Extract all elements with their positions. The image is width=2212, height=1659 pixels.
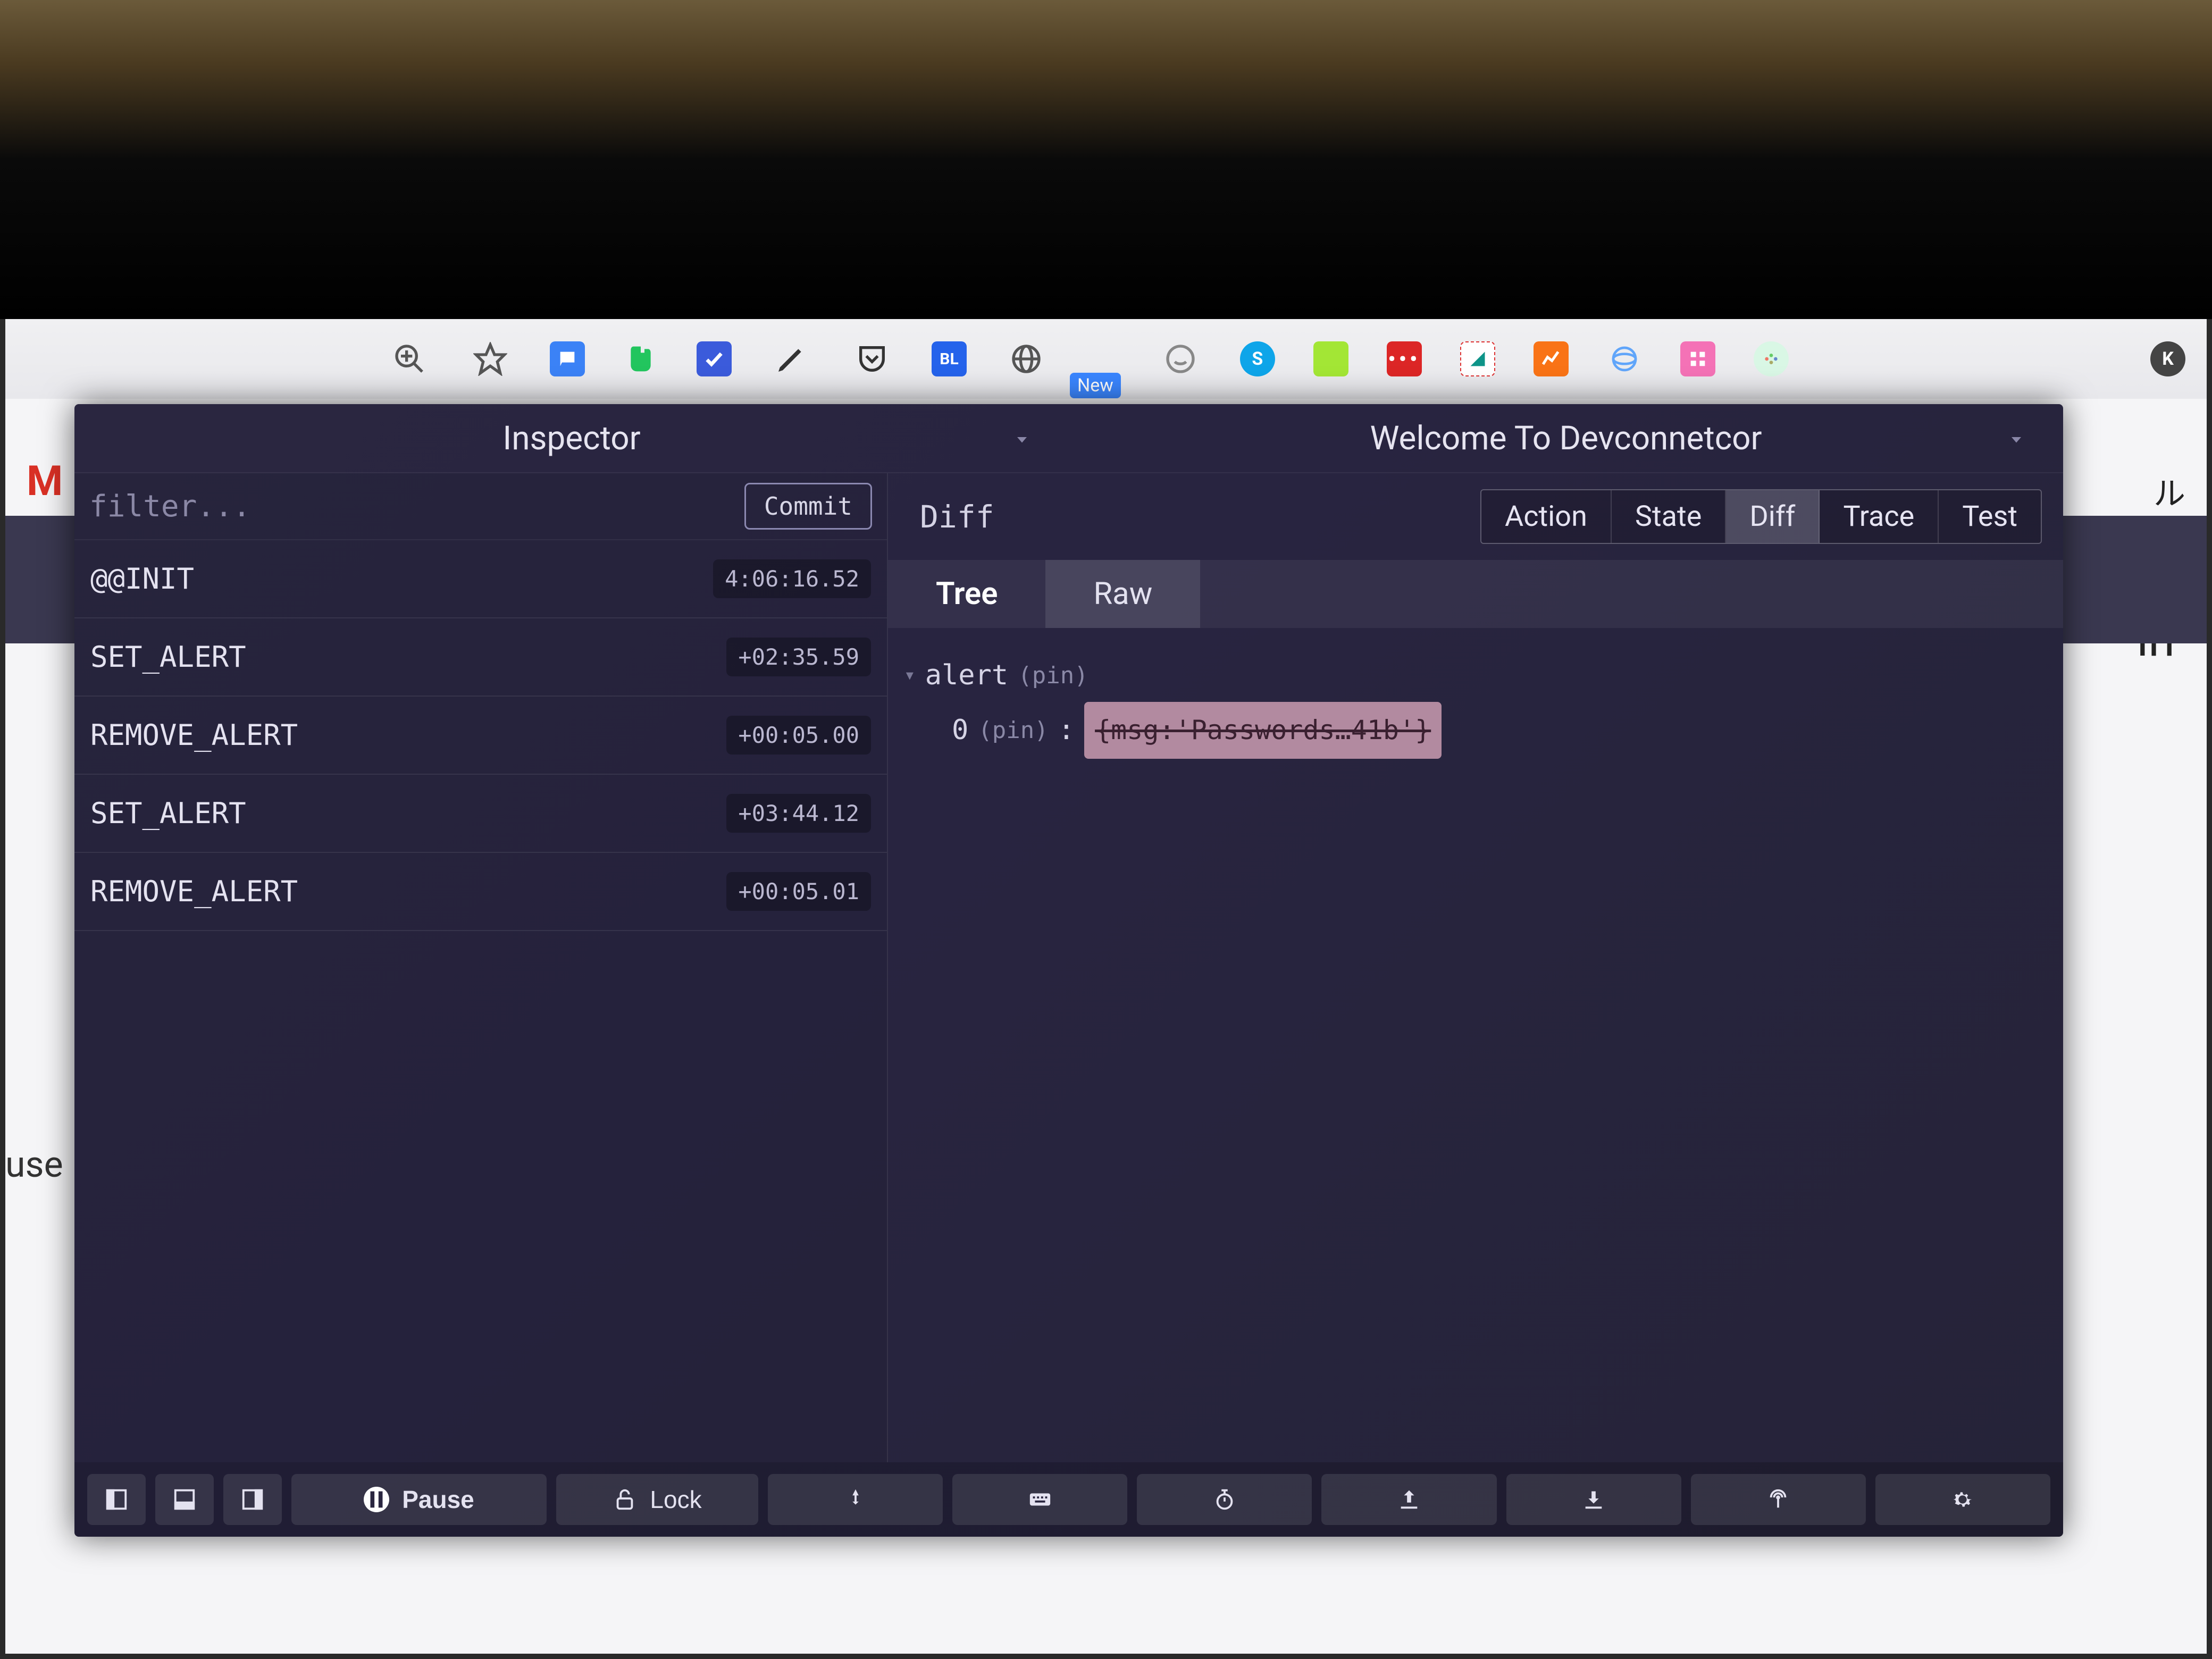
redux-devtools-panel: Inspector Welcome To Devconnetcor Commit… bbox=[74, 404, 2063, 1537]
star-icon[interactable] bbox=[469, 338, 512, 380]
detail-header: Diff Action State Diff Trace Test bbox=[888, 473, 2063, 560]
action-row[interactable]: @@INIT 4:06:16.52 bbox=[74, 540, 887, 618]
detail-panel: Diff Action State Diff Trace Test Tree R… bbox=[888, 473, 2063, 1462]
pause-icon bbox=[364, 1487, 389, 1512]
pin-label: (pin) bbox=[978, 708, 1048, 753]
evernote-icon[interactable] bbox=[623, 341, 658, 376]
broadcast-icon bbox=[1766, 1487, 1790, 1512]
extension-icon[interactable] bbox=[550, 341, 585, 376]
action-list: @@INIT 4:06:16.52 SET_ALERT +02:35.59 RE… bbox=[74, 540, 887, 1462]
action-row[interactable]: REMOVE_ALERT +00:05.01 bbox=[74, 853, 887, 931]
caret-down-icon: ▾ bbox=[904, 657, 916, 693]
action-time: +00:05.00 bbox=[726, 716, 871, 755]
slider-button[interactable] bbox=[1137, 1474, 1312, 1525]
stopwatch-icon bbox=[1212, 1487, 1237, 1512]
subtab-tree[interactable]: Tree bbox=[888, 560, 1045, 628]
profile-avatar[interactable]: K bbox=[2150, 341, 2185, 376]
browser-toolbar: BL New S ••• K bbox=[5, 319, 2207, 399]
lock-icon bbox=[613, 1487, 637, 1512]
pin-button[interactable] bbox=[768, 1474, 943, 1525]
tree-key: alert bbox=[925, 649, 1009, 702]
extension-sphere-icon[interactable] bbox=[1607, 341, 1642, 376]
deleted-value: {msg:'Passwords…41b'} bbox=[1084, 702, 1442, 759]
download-button[interactable] bbox=[1506, 1474, 1681, 1525]
tree-node-child[interactable]: 0 (pin) : {msg:'Passwords…41b'} bbox=[904, 702, 2047, 759]
gear-icon bbox=[1950, 1487, 1975, 1512]
zoom-icon[interactable] bbox=[388, 338, 431, 380]
lastpass-icon[interactable]: ••• bbox=[1387, 341, 1422, 376]
pin-label: (pin) bbox=[1018, 653, 1088, 698]
globe-icon[interactable] bbox=[1005, 338, 1048, 380]
bottom-panel-visibility-button[interactable] bbox=[155, 1474, 214, 1525]
extension-capture-icon[interactable] bbox=[1460, 341, 1495, 376]
pin-icon bbox=[843, 1487, 868, 1512]
devtools-header: Inspector Welcome To Devconnetcor bbox=[74, 404, 2063, 473]
filter-row: Commit bbox=[74, 473, 887, 540]
skype-icon[interactable]: S bbox=[1240, 341, 1275, 376]
left-panel-visibility-button[interactable] bbox=[87, 1474, 146, 1525]
tab-state[interactable]: State bbox=[1612, 490, 1726, 543]
action-name: REMOVE_ALERT bbox=[90, 718, 298, 752]
instance-title: Welcome To Devconnetcor bbox=[1370, 419, 1762, 458]
action-time: 4:06:16.52 bbox=[713, 559, 871, 598]
chevron-down-icon bbox=[1012, 419, 1032, 458]
action-row[interactable]: SET_ALERT +02:35.59 bbox=[74, 618, 887, 697]
instance-dropdown[interactable]: Welcome To Devconnetcor bbox=[1069, 404, 2063, 473]
panel-mode-label: Diff bbox=[920, 499, 994, 535]
tree-colon: : bbox=[1058, 704, 1075, 757]
extension-dots-icon[interactable] bbox=[1754, 341, 1789, 376]
settings-button[interactable] bbox=[1875, 1474, 2050, 1525]
tree-view: ▾ alert (pin) 0 (pin) : {msg:'Passwords…… bbox=[888, 628, 2063, 1462]
download-icon bbox=[1581, 1487, 1606, 1512]
extension-bl-icon[interactable]: BL bbox=[932, 341, 967, 376]
pause-button[interactable]: Pause bbox=[291, 1474, 547, 1525]
action-time: +00:05.01 bbox=[726, 872, 871, 911]
tab-diff[interactable]: Diff bbox=[1726, 490, 1820, 543]
chevron-down-icon bbox=[2007, 419, 2026, 458]
pen-icon[interactable] bbox=[770, 338, 812, 380]
detail-tabs: Action State Diff Trace Test bbox=[1480, 489, 2042, 544]
text-fragment-ru: ル bbox=[2154, 468, 2185, 514]
upload-icon bbox=[1397, 1487, 1421, 1512]
extension-analytics-icon[interactable] bbox=[1534, 341, 1569, 376]
extension-check-icon[interactable] bbox=[697, 341, 732, 376]
new-badge: New bbox=[1070, 373, 1121, 398]
action-list-panel: Commit @@INIT 4:06:16.52 SET_ALERT +02:3… bbox=[74, 473, 888, 1462]
inspector-title: Inspector bbox=[502, 419, 640, 458]
keyboard-icon bbox=[1028, 1487, 1052, 1512]
tree-node-root[interactable]: ▾ alert (pin) bbox=[904, 649, 2047, 702]
extension-pink-icon[interactable] bbox=[1680, 341, 1715, 376]
action-name: REMOVE_ALERT bbox=[90, 875, 298, 908]
right-panel-visibility-button[interactable] bbox=[223, 1474, 282, 1525]
dispatch-button[interactable] bbox=[952, 1474, 1127, 1525]
action-row[interactable]: REMOVE_ALERT +00:05.00 bbox=[74, 697, 887, 775]
filter-input[interactable] bbox=[89, 489, 734, 524]
action-row[interactable]: SET_ALERT +03:44.12 bbox=[74, 775, 887, 853]
inspector-dropdown[interactable]: Inspector bbox=[74, 404, 1069, 473]
pause-label: Pause bbox=[402, 1485, 474, 1514]
action-name: @@INIT bbox=[90, 562, 194, 596]
tree-key: 0 bbox=[952, 704, 968, 757]
lock-button[interactable]: Lock bbox=[556, 1474, 758, 1525]
upload-button[interactable] bbox=[1321, 1474, 1496, 1525]
bottom-toolbar: Pause Lock bbox=[74, 1462, 2063, 1537]
extension-green-icon[interactable] bbox=[1313, 341, 1348, 376]
physical-bezel bbox=[0, 0, 2212, 319]
lock-label: Lock bbox=[650, 1485, 701, 1514]
view-subtabs: Tree Raw bbox=[888, 560, 2063, 628]
action-time: +03:44.12 bbox=[726, 794, 871, 833]
action-time: +02:35.59 bbox=[726, 638, 871, 676]
extension-circle-icon[interactable] bbox=[1159, 338, 1202, 380]
commit-button[interactable]: Commit bbox=[744, 483, 872, 530]
subtab-raw[interactable]: Raw bbox=[1045, 560, 1200, 628]
remote-button[interactable] bbox=[1691, 1474, 1866, 1525]
tab-action[interactable]: Action bbox=[1481, 490, 1612, 543]
mail-logo-fragment: M bbox=[27, 457, 63, 506]
text-fragment-use: use bbox=[5, 1143, 63, 1186]
action-name: SET_ALERT bbox=[90, 640, 246, 674]
tab-test[interactable]: Test bbox=[1939, 490, 2041, 543]
tab-trace[interactable]: Trace bbox=[1820, 490, 1939, 543]
pocket-icon[interactable] bbox=[851, 338, 893, 380]
action-name: SET_ALERT bbox=[90, 797, 246, 830]
